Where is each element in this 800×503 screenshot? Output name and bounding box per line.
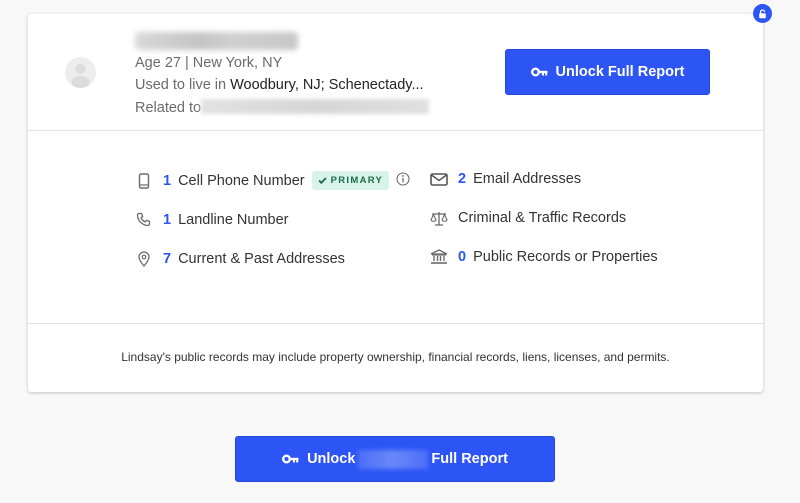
location-pin-icon bbox=[134, 251, 154, 267]
landline-count: 1 bbox=[163, 212, 172, 228]
addresses-count: 7 bbox=[163, 251, 172, 267]
criminal-records-label: Criminal & Traffic Records bbox=[458, 210, 627, 226]
feature-public-records[interactable]: 0 Public Records or Properties bbox=[429, 249, 658, 265]
primary-badge-label: PRIMARY bbox=[330, 175, 384, 186]
info-icon[interactable] bbox=[396, 171, 410, 190]
report-card: Age 27 | New York, NY Used to live in Wo… bbox=[28, 14, 763, 392]
feature-addresses[interactable]: 7 Current & Past Addresses bbox=[134, 251, 345, 267]
age-location: Age 27 | New York, NY bbox=[135, 55, 283, 71]
unlock-person-full-report-button[interactable]: Unlock Full Report bbox=[235, 436, 555, 482]
unlock-button-label: Unlock Full Report bbox=[555, 64, 685, 80]
related-prefix: Related to bbox=[135, 100, 202, 116]
avatar bbox=[65, 57, 96, 88]
cell-phone-count: 1 bbox=[163, 172, 172, 189]
previous-locations-list: Woodbury, NJ; Schenectady... bbox=[230, 77, 424, 93]
unlock-full-report-button[interactable]: Unlock Full Report bbox=[505, 49, 710, 95]
checkmark-icon bbox=[317, 177, 327, 184]
person-name-redacted bbox=[358, 449, 429, 469]
used-to-live-prefix: Used to live in bbox=[135, 77, 231, 93]
cell-phone-label: Cell Phone Number bbox=[178, 172, 305, 189]
email-count: 2 bbox=[458, 171, 467, 187]
addresses-label: Current & Past Addresses bbox=[178, 251, 345, 267]
primary-badge: PRIMARY bbox=[311, 171, 390, 190]
unlock-prefix: Unlock bbox=[307, 451, 356, 467]
records-disclaimer: Lindsay's public records may include pro… bbox=[121, 350, 670, 364]
feature-email[interactable]: 2 Email Addresses bbox=[429, 171, 581, 187]
feature-cell-phone[interactable]: 1 Cell Phone Number PRIMARY bbox=[134, 171, 410, 190]
unlock-suffix: Full Report bbox=[431, 451, 508, 467]
profile-header: Age 27 | New York, NY Used to live in Wo… bbox=[28, 14, 763, 131]
lock-badge bbox=[753, 4, 772, 23]
feature-landline[interactable]: 1 Landline Number bbox=[134, 212, 289, 228]
relatives: Related to bbox=[135, 99, 430, 116]
previous-locations: Used to live in Woodbury, NJ; Schenectad… bbox=[135, 77, 424, 93]
cell-phone-icon bbox=[134, 172, 154, 189]
person-icon bbox=[71, 64, 90, 88]
key-icon bbox=[282, 454, 299, 464]
scales-icon bbox=[429, 211, 449, 226]
phone-icon bbox=[134, 212, 154, 228]
landline-label: Landline Number bbox=[178, 212, 289, 228]
public-records-count: 0 bbox=[458, 249, 467, 265]
bank-icon bbox=[429, 249, 449, 265]
person-name-redacted bbox=[135, 32, 298, 50]
record-summary: 1 Cell Phone Number PRIMARY 1 Landline N… bbox=[28, 132, 763, 324]
lock-icon bbox=[759, 8, 766, 18]
relatives-redacted bbox=[201, 99, 430, 114]
email-label: Email Addresses bbox=[473, 171, 582, 187]
envelope-icon bbox=[429, 172, 449, 186]
feature-criminal-records[interactable]: Criminal & Traffic Records bbox=[429, 210, 626, 226]
key-icon bbox=[530, 67, 548, 77]
public-records-label: Public Records or Properties bbox=[473, 249, 658, 265]
